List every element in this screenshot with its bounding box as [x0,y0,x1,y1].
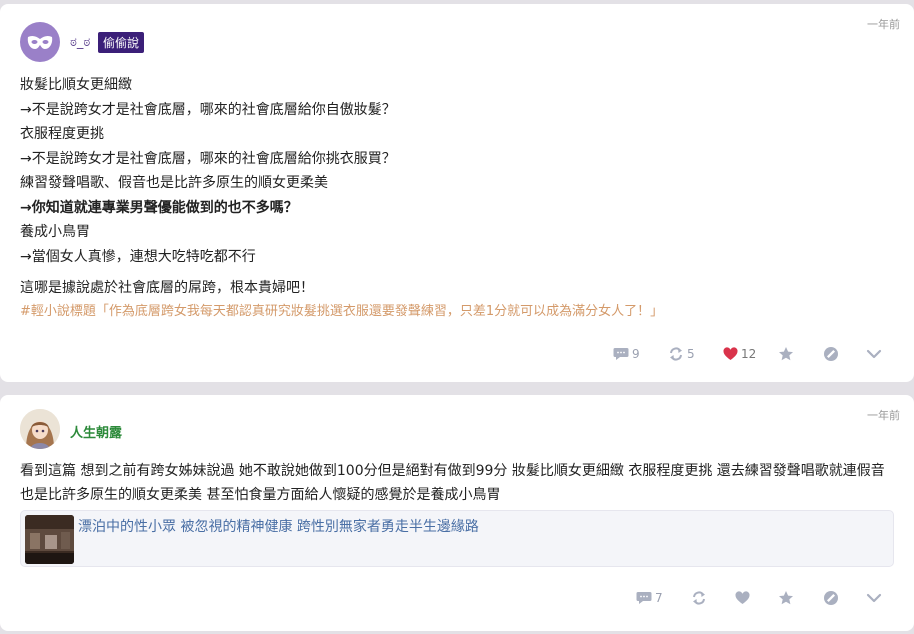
more-button[interactable] [866,588,882,608]
post-timestamp: 一年前 [867,409,900,422]
like-button[interactable]: 12 [723,344,756,364]
post-line: 妝髮比順女更細緻 [20,77,132,93]
heart-icon [723,347,738,360]
post-line: 練習發聲唱歌、假音也是比許多原生的順女更柔美 [20,175,328,191]
post-actions: 7 [634,588,894,608]
user-badge: 偷偷說 [98,32,145,53]
comment-button[interactable]: 9 [613,344,640,364]
username[interactable]: ಠ_ಠ [70,35,90,50]
block-button[interactable] [823,588,839,608]
comment-icon [636,592,652,604]
repost-icon [670,347,682,361]
post-line: →你知道就連專業男聲優能做到的也不多嗎？ [20,199,298,216]
username[interactable]: 人生朝露 [70,422,122,441]
post-conclusion: 這哪是據說處於社會底層的屌跨，根本貴婦吧！ [20,280,314,296]
thumbnail-image [25,515,74,564]
chevron-down-icon [866,349,882,359]
like-count: 12 [741,347,757,361]
star-icon [779,591,793,605]
link-title[interactable]: 漂泊中的性小眾 被忽視的精神健康 跨性別無家者勇走半生邊緣路 [78,516,479,536]
heart-icon [735,591,750,604]
link-thumbnail [25,515,74,564]
block-button[interactable] [823,344,839,364]
bookmark-button[interactable] [778,588,794,608]
post-content: 看到這篇 想到之前有跨女姊妹說過 她不敢說她做到100分但是絕對有做到99分 妝… [20,459,894,507]
chevron-down-icon [866,593,882,603]
avatar[interactable] [20,409,60,449]
repost-button[interactable] [691,588,707,608]
repost-button[interactable]: 5 [668,344,695,364]
post-content: 妝髮比順女更細緻 →不是說跨女才是社會底層，哪來的社會底層給你自傲妝髮？ 衣服程… [20,73,894,323]
anime-avatar-icon [20,409,60,449]
like-button[interactable] [735,588,750,608]
repost-icon [693,591,705,605]
post-actions: 9 5 12 [594,344,894,364]
repost-count: 5 [687,347,695,361]
post-timestamp: 一年前 [867,18,900,31]
comment-icon [613,348,629,360]
comment-button[interactable]: 7 [636,588,663,608]
post-text: 看到這篇 想到之前有跨女姊妹說過 她不敢說她做到100分但是絕對有做到99分 妝… [20,463,885,503]
block-icon [824,347,838,361]
post-line: →當個女人真慘，連想大吃特吃都不行 [20,248,256,265]
post-card: 一年前 ಠ_ಠ 偷偷說 妝髮比順女更細緻 →不是說跨女才是社會底層，哪來的社會底… [0,4,914,382]
hashtag[interactable]: #輕小說標題「作為底層跨女我每天都認真研究妝髮挑選衣服還要發聲練習，只差1分就可… [20,301,894,323]
comment-count: 7 [655,591,663,605]
avatar[interactable] [20,22,60,62]
post-line: →不是說跨女才是社會底層，哪來的社會底層給你自傲妝髮？ [20,101,396,118]
link-preview[interactable]: 漂泊中的性小眾 被忽視的精神健康 跨性別無家者勇走半生邊緣路 [20,510,894,567]
block-icon [824,591,838,605]
post-line: 衣服程度更挑 [20,126,104,142]
mask-icon [27,35,53,49]
more-button[interactable] [866,344,882,364]
bookmark-button[interactable] [778,344,794,364]
comment-count: 9 [632,347,640,361]
post-card: 一年前 人生朝露 看到這篇 想到之前有跨女姊妹說過 她不敢說她做到100分但是絕… [0,395,914,631]
star-icon [779,347,793,361]
post-line: →不是說跨女才是社會底層，哪來的社會底層給你挑衣服買？ [20,150,396,167]
post-line: 養成小鳥胃 [20,224,90,240]
